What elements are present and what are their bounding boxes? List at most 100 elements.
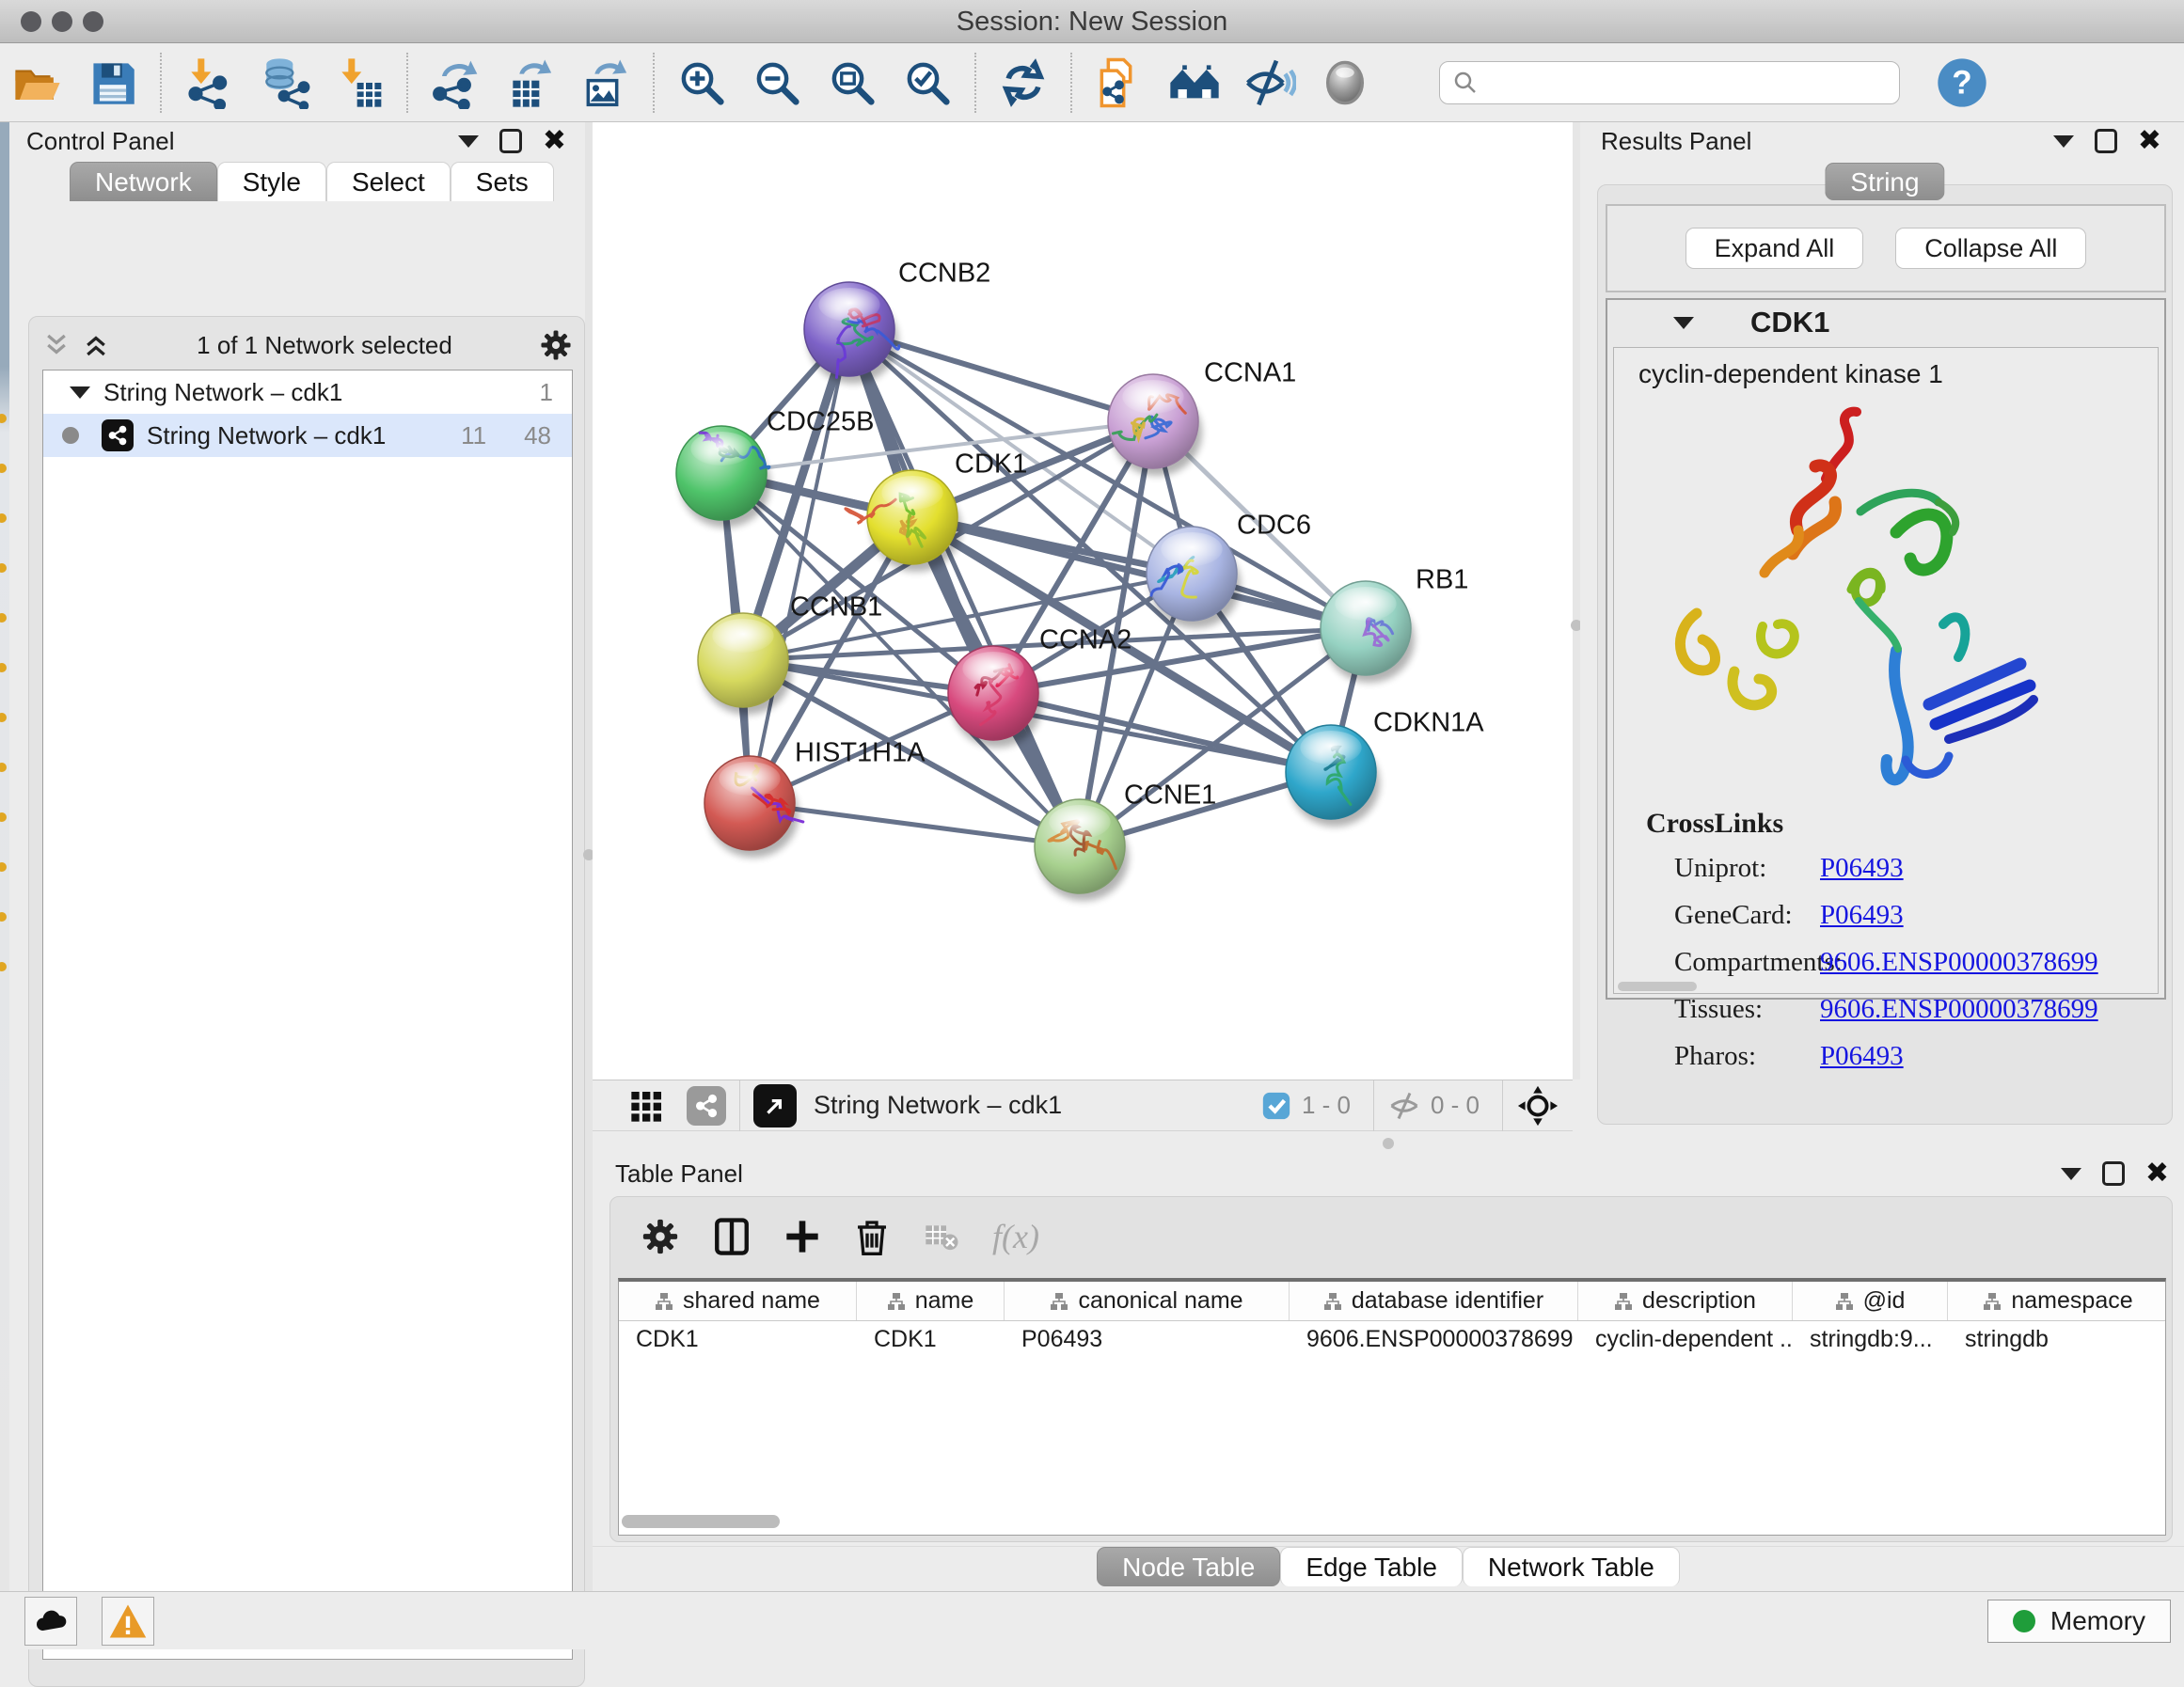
export-image-button[interactable]: [579, 56, 632, 109]
column-header-canonical-name[interactable]: canonical name: [1005, 1282, 1290, 1320]
column-header--id[interactable]: @id: [1793, 1282, 1948, 1320]
import-network-from-database-button[interactable]: [258, 56, 310, 109]
column-header-name[interactable]: name: [857, 1282, 1005, 1320]
close-window-button[interactable]: [21, 11, 41, 32]
network-graph[interactable]: CCNB2CCNA1CDC25BCDK1CDC6RB1CCNB1CCNA2CDK…: [593, 122, 1573, 1080]
edge-ccnb2-ccne1[interactable]: [849, 329, 1080, 846]
column-header-database-identifier[interactable]: database identifier: [1290, 1282, 1578, 1320]
tab-string[interactable]: String: [1825, 163, 1944, 200]
birdseye-grid-icon[interactable]: [628, 1087, 666, 1125]
node-ccnb2[interactable]: [804, 282, 899, 384]
table-cell[interactable]: cyclin-dependent ...: [1578, 1326, 1793, 1353]
table-cell[interactable]: CDK1: [857, 1326, 1005, 1353]
network-row[interactable]: String Network – cdk1 11 48: [43, 414, 572, 457]
zoom-selected-button[interactable]: [901, 56, 954, 109]
node-ccna1[interactable]: [1108, 374, 1202, 476]
copy-documents-button[interactable]: [1093, 56, 1146, 109]
panel-menu-icon[interactable]: [2053, 135, 2074, 148]
column-header-description[interactable]: description: [1578, 1282, 1793, 1320]
section-expander-icon[interactable]: [1673, 317, 1694, 329]
vertical-splitter[interactable]: [585, 122, 593, 1591]
collapse-all-icon[interactable]: [42, 331, 71, 359]
close-panel-button[interactable]: ✖: [2138, 129, 2161, 153]
help-button[interactable]: ?: [1936, 56, 1988, 109]
memory-button[interactable]: Memory: [1987, 1600, 2171, 1643]
save-session-button[interactable]: [87, 56, 139, 109]
splitter-handle[interactable]: [1383, 1138, 1394, 1149]
zoom-window-button[interactable]: [83, 11, 103, 32]
crosslink-link[interactable]: P06493: [1820, 1041, 1904, 1072]
network-canvas[interactable]: CCNB2CCNA1CDC25BCDK1CDC6RB1CCNB1CCNA2CDK…: [593, 122, 1573, 1080]
panel-menu-icon[interactable]: [2061, 1168, 2081, 1180]
float-panel-button[interactable]: [499, 129, 522, 153]
export-table-button[interactable]: [504, 56, 557, 109]
string-network-icon[interactable]: [687, 1086, 726, 1126]
close-panel-button[interactable]: ✖: [543, 129, 566, 153]
table-cell[interactable]: stringdb: [1948, 1326, 2166, 1353]
crosslink-link[interactable]: 9606.ENSP00000378699: [1820, 947, 2098, 978]
float-panel-button[interactable]: [2102, 1161, 2125, 1186]
panel-menu-icon[interactable]: [458, 135, 479, 148]
gear-icon[interactable]: [539, 328, 573, 362]
node-ccna2[interactable]: [948, 646, 1042, 748]
node-cdkn1a[interactable]: [1286, 725, 1380, 827]
hidden-eye-icon[interactable]: [1387, 1089, 1421, 1123]
import-network-from-file-button[interactable]: [182, 56, 235, 109]
gear-icon[interactable]: [641, 1217, 680, 1256]
collection-expander-icon[interactable]: [70, 386, 90, 399]
float-panel-button[interactable]: [2095, 129, 2117, 153]
hide-labels-button[interactable]: [1243, 56, 1296, 109]
expand-all-icon[interactable]: [82, 331, 110, 359]
close-panel-button[interactable]: ✖: [2145, 1161, 2169, 1186]
open-in-window-button[interactable]: [753, 1084, 797, 1127]
table-cell[interactable]: stringdb:9...: [1793, 1326, 1948, 1353]
minimize-window-button[interactable]: [52, 11, 72, 32]
import-table-from-file-button[interactable]: [333, 56, 386, 109]
export-network-button[interactable]: [429, 56, 482, 109]
tab-network-table[interactable]: Network Table: [1463, 1547, 1680, 1586]
node-cdc25b[interactable]: [676, 426, 770, 528]
warnings-button[interactable]: [102, 1597, 154, 1646]
results-hscrollbar[interactable]: [1618, 982, 1697, 991]
tab-node-table[interactable]: Node Table: [1097, 1547, 1280, 1586]
pan-crosshair-icon[interactable]: [1516, 1084, 1559, 1127]
collapse-all-button[interactable]: Collapse All: [1895, 228, 2086, 269]
function-builder-icon[interactable]: f(x): [992, 1217, 1039, 1256]
tab-sets[interactable]: Sets: [451, 162, 554, 201]
node-ccne1[interactable]: [1035, 799, 1129, 901]
table-cell[interactable]: P06493: [1005, 1326, 1290, 1353]
open-session-button[interactable]: [11, 56, 64, 109]
delete-table-icon[interactable]: [923, 1218, 960, 1255]
zoom-fit-button[interactable]: [826, 56, 878, 109]
table-cell[interactable]: 9606.ENSP00000378699: [1290, 1326, 1578, 1353]
expand-all-button[interactable]: Expand All: [1685, 228, 1864, 269]
homes-button[interactable]: [1168, 56, 1221, 109]
zoom-out-button[interactable]: [751, 56, 803, 109]
results-splitter[interactable]: [1573, 122, 1580, 1080]
column-header-namespace[interactable]: namespace: [1948, 1282, 2166, 1320]
zoom-in-button[interactable]: [675, 56, 728, 109]
glass-ball-button[interactable]: [1319, 56, 1371, 109]
search-input[interactable]: [1439, 61, 1900, 104]
crosslink-link[interactable]: P06493: [1820, 900, 1904, 931]
delete-column-icon[interactable]: [853, 1218, 891, 1255]
cloud-button[interactable]: [24, 1597, 77, 1646]
refresh-layout-button[interactable]: [997, 56, 1050, 109]
table-row[interactable]: CDK1CDK1P064939606.ENSP00000378699cyclin…: [619, 1321, 2165, 1357]
column-header-shared-name[interactable]: shared name: [619, 1282, 857, 1320]
table-hscrollbar[interactable]: [622, 1515, 780, 1528]
edge-hist1h1a-ccne1[interactable]: [750, 803, 1080, 846]
selected-checkbox-icon[interactable]: [1260, 1090, 1292, 1122]
table-cell[interactable]: CDK1: [619, 1326, 857, 1353]
network-collection-row[interactable]: String Network – cdk1 1: [43, 371, 572, 414]
show-columns-icon[interactable]: [712, 1217, 752, 1256]
crosslink-link[interactable]: P06493: [1820, 853, 1904, 884]
tab-edge-table[interactable]: Edge Table: [1280, 1547, 1463, 1586]
tab-network[interactable]: Network: [70, 162, 217, 201]
add-column-icon[interactable]: [783, 1218, 821, 1255]
tab-style[interactable]: Style: [217, 162, 326, 201]
tab-select[interactable]: Select: [326, 162, 451, 201]
crosslink-link[interactable]: 9606.ENSP00000378699: [1820, 994, 2098, 1025]
node-rb1[interactable]: [1321, 581, 1415, 683]
node-hist1h1a[interactable]: [704, 756, 803, 858]
